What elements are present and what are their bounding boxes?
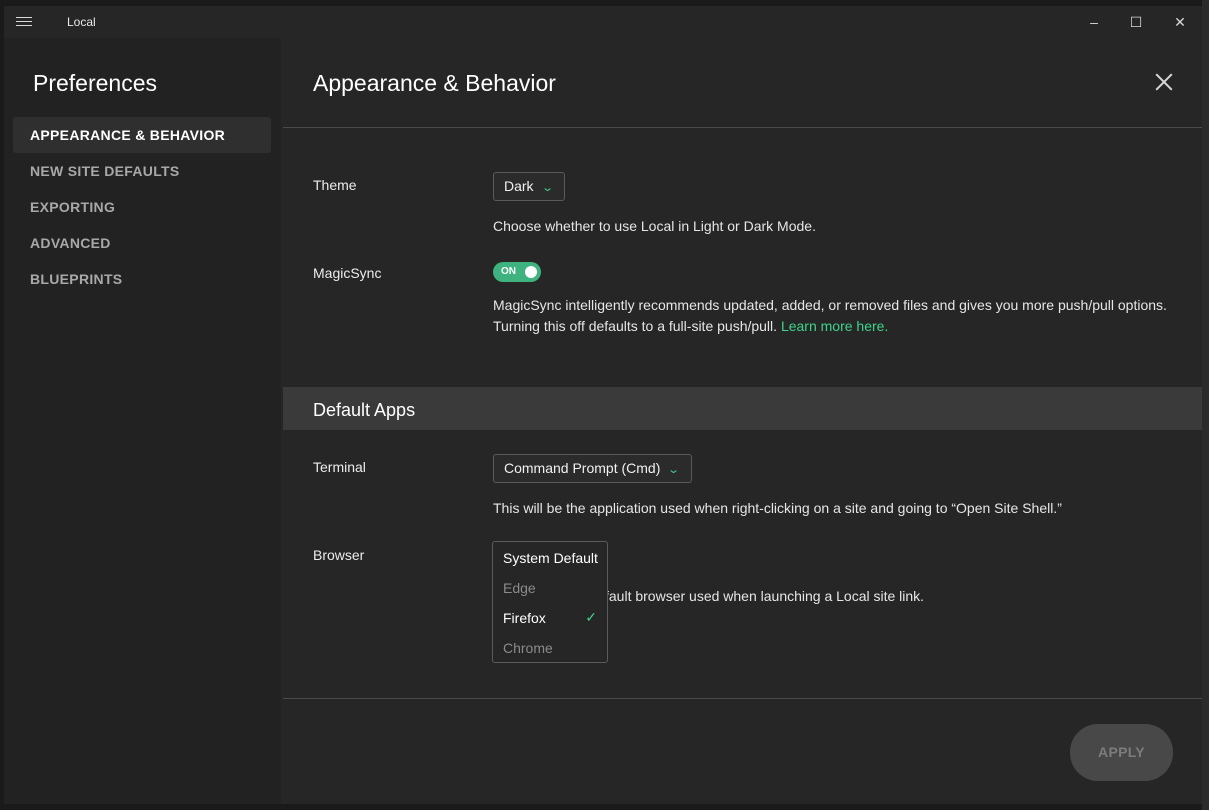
chevron-down-icon: ⌄ xyxy=(667,464,681,476)
window-close-icon[interactable]: ✕ xyxy=(1158,6,1202,38)
title-bar: Local – ☐ ✕ xyxy=(4,6,1202,38)
sidebar-item-exporting[interactable]: EXPORTING xyxy=(13,189,271,225)
default-apps-heading: Default Apps xyxy=(313,400,416,420)
browser-option-chrome[interactable]: Chrome xyxy=(503,640,553,656)
toggle-knob xyxy=(525,266,537,278)
terminal-description: This will be the application used when r… xyxy=(493,500,1062,516)
magicsync-description-line1: MagicSync intelligently recommends updat… xyxy=(493,297,1167,313)
apply-button[interactable]: APPLY xyxy=(1070,724,1173,781)
browser-dropdown-menu: System Default Edge Firefox ✓ Chrome xyxy=(492,541,608,663)
preferences-content: Appearance & Behavior Theme Dark ⌄ Choose… xyxy=(283,38,1202,804)
desktop-edge xyxy=(1202,0,1209,810)
window-title: Local xyxy=(67,15,96,29)
browser-option-firefox[interactable]: Firefox xyxy=(503,610,546,626)
preferences-sidebar: Preferences APPEARANCE & BEHAVIOR NEW SI… xyxy=(4,38,281,804)
browser-label: Browser xyxy=(313,547,365,563)
footer-divider xyxy=(283,698,1202,699)
hamburger-menu-icon[interactable] xyxy=(16,14,32,30)
magicsync-description-line2: Turning this off defaults to a full-site… xyxy=(493,318,778,334)
checkmark-icon: ✓ xyxy=(585,609,597,625)
theme-select[interactable]: Dark ⌄ xyxy=(493,172,565,201)
chevron-down-icon: ⌄ xyxy=(540,182,554,194)
browser-option-edge[interactable]: Edge xyxy=(503,580,536,596)
theme-label: Theme xyxy=(313,177,357,193)
minimize-icon[interactable]: – xyxy=(1072,6,1116,38)
theme-description: Choose whether to use Local in Light or … xyxy=(493,218,816,234)
sidebar-item-new-site-defaults[interactable]: NEW SITE DEFAULTS xyxy=(13,153,271,189)
header-divider xyxy=(283,127,1202,128)
page-title: Appearance & Behavior xyxy=(313,70,556,96)
maximize-icon[interactable]: ☐ xyxy=(1114,6,1158,38)
magicsync-description: MagicSync intelligently recommends updat… xyxy=(493,295,1167,337)
app-window: Local – ☐ ✕ Preferences APPEARANCE & BEH… xyxy=(4,6,1202,804)
terminal-select-value: Command Prompt (Cmd) xyxy=(504,460,661,476)
magicsync-label: MagicSync xyxy=(313,265,382,281)
default-apps-section-header: Default Apps xyxy=(283,387,1202,430)
close-icon[interactable] xyxy=(1149,68,1179,98)
learn-more-link[interactable]: Learn more here. xyxy=(781,318,888,334)
browser-description: fault browser used when launching a Loca… xyxy=(605,588,925,604)
sidebar-item-advanced[interactable]: ADVANCED xyxy=(13,225,271,261)
theme-select-value: Dark xyxy=(504,178,534,194)
terminal-select[interactable]: Command Prompt (Cmd) ⌄ xyxy=(493,454,692,483)
sidebar-heading: Preferences xyxy=(33,70,158,96)
magicsync-toggle[interactable]: ON xyxy=(493,262,541,282)
sidebar-item-appearance-behavior[interactable]: APPEARANCE & BEHAVIOR xyxy=(13,117,271,153)
toggle-on-text: ON xyxy=(501,266,516,277)
browser-option-system-default[interactable]: System Default xyxy=(503,550,598,566)
sidebar-item-blueprints[interactable]: BLUEPRINTS xyxy=(13,261,271,297)
terminal-label: Terminal xyxy=(313,459,366,475)
